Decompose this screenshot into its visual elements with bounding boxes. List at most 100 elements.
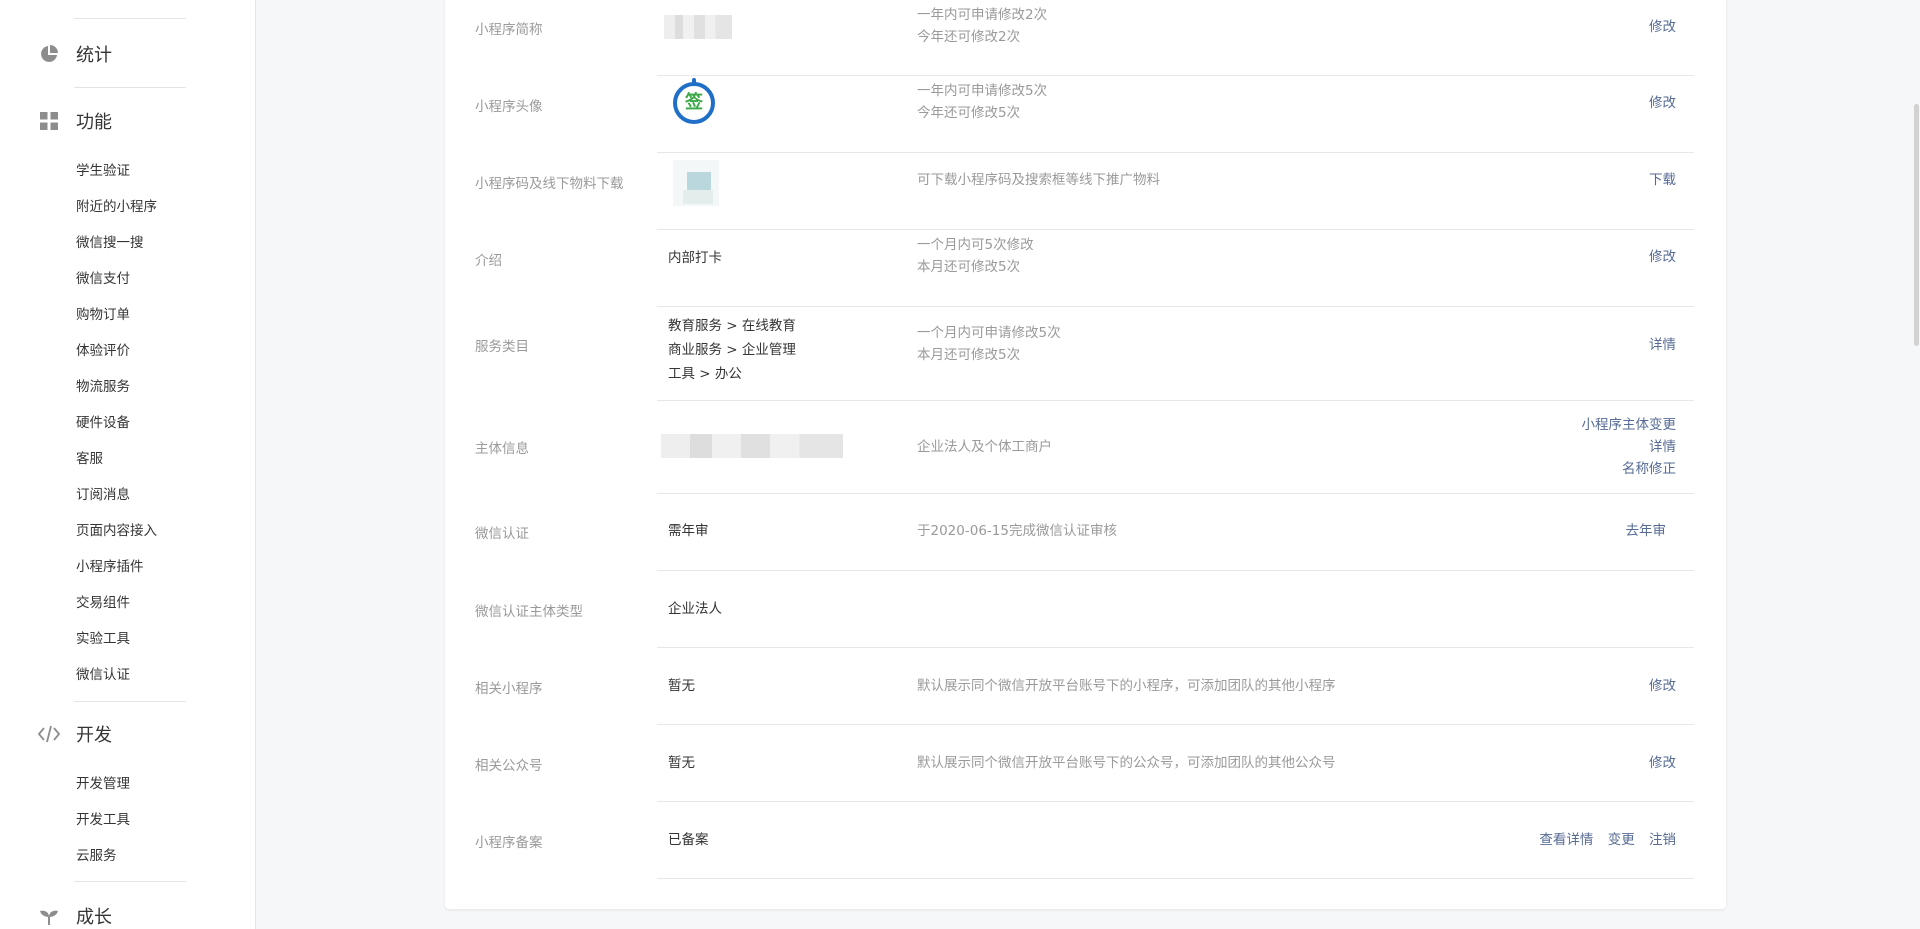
category-list: 教育服务 > 在线教育 商业服务 > 企业管理 工具 > 办公 [668,314,796,386]
desc-line: 今年还可修改5次 [917,105,1021,121]
cert-type-value: 企业法人 [668,601,722,617]
blurred-value [661,434,843,458]
row-label: 小程序备案 [475,835,543,851]
sidebar-section-features[interactable]: 功能 [38,107,112,135]
row-desc: 于2020-06-15完成微信认证审核 [917,520,1117,542]
row-filing: 小程序备案 已备案 查看详情 变更 注销 [445,802,1726,879]
row-actions: 修改 [1649,92,1676,114]
desc-line: 企业法人及个体工商户 [917,439,1052,455]
row-actions: 小程序主体变更 详情 名称修正 [1582,414,1677,480]
row-related-oa: 相关公众号 暂无 默认展示同个微信开放平台账号下的公众号，可添加团队的其他公众号… [445,725,1726,802]
grid-icon [38,110,60,132]
row-wechat-cert: 微信认证 需年审 于2020-06-15完成微信认证审核 去年审 [445,494,1726,571]
desc-line: 可下载小程序码及搜索框等线下推广物料 [917,172,1160,188]
row-label: 相关公众号 [475,758,543,774]
sidebar-item-review[interactable]: 体验评价 [76,341,130,361]
sidebar-section-stats[interactable]: 统计 [38,40,112,68]
name-correct-link[interactable]: 名称修正 [1622,461,1676,477]
edit-intro-link[interactable]: 修改 [1649,249,1676,265]
filing-change-link[interactable]: 变更 [1608,832,1635,848]
sidebar-section-dev[interactable]: 开发 [38,720,112,748]
sidebar-item-plugins[interactable]: 小程序插件 [76,557,144,577]
category-detail-link[interactable]: 详情 [1649,337,1676,353]
subject-change-link[interactable]: 小程序主体变更 [1582,417,1677,433]
desc-line: 一个月内可申请修改5次 [917,325,1061,341]
sidebar-item-student-verify[interactable]: 学生验证 [76,161,130,181]
sidebar-item-nearby[interactable]: 附近的小程序 [76,197,157,217]
subject-value [661,434,843,458]
row-desc: 一年内可申请修改5次 今年还可修改5次 [917,80,1047,124]
sidebar-divider [74,87,186,88]
desc-line: 默认展示同个微信开放平台账号下的小程序，可添加团队的其他小程序 [917,678,1336,694]
row-label: 介绍 [475,253,502,269]
related-oa-value: 暂无 [668,755,695,771]
sidebar-item-orders[interactable]: 购物订单 [76,305,130,325]
sidebar-item-pay[interactable]: 微信支付 [76,269,130,289]
row-actions: 修改 [1649,16,1676,38]
sidebar-item-dev-tools[interactable]: 开发工具 [76,810,130,830]
row-actions: 下载 [1649,169,1676,191]
row-desc: 一个月内可5次修改 本月还可修改5次 [917,234,1034,278]
filing-cancel-link[interactable]: 注销 [1649,832,1676,848]
category-item: 商业服务 > 企业管理 [668,342,796,358]
row-desc: 一年内可申请修改2次 今年还可修改2次 [917,4,1047,48]
sidebar-item-subscribe[interactable]: 订阅消息 [76,485,130,505]
row-cert-type: 微信认证主体类型 企业法人 [445,571,1726,648]
desc-line: 默认展示同个微信开放平台账号下的公众号，可添加团队的其他公众号 [917,755,1336,771]
sidebar-item-service[interactable]: 客服 [76,449,103,469]
desc-line: 一年内可申请修改5次 [917,83,1048,99]
filing-detail-link[interactable]: 查看详情 [1539,832,1593,848]
row-label: 小程序简称 [475,22,543,38]
sidebar: 统计 功能 学生验证 附近的小程序 微信搜一搜 微信支付 购物订单 体验评价 物… [0,0,256,929]
row-desc: 默认展示同个微信开放平台账号下的小程序，可添加团队的其他小程序 [917,675,1336,697]
desc-line: 一个月内可5次修改 [917,237,1034,253]
row-qrcode: 小程序码及线下物料下载 可下载小程序码及搜索框等线下推广物料 下载 [445,153,1726,230]
subject-detail-link[interactable]: 详情 [1649,439,1676,455]
sidebar-item-cert[interactable]: 微信认证 [76,665,130,685]
desc-line: 于2020-06-15完成微信认证审核 [917,523,1117,539]
row-desc: 可下载小程序码及搜索框等线下推广物料 [917,169,1160,191]
row-related-mp: 相关小程序 暂无 默认展示同个微信开放平台账号下的小程序，可添加团队的其他小程序… [445,648,1726,725]
sidebar-item-hardware[interactable]: 硬件设备 [76,413,130,433]
desc-line: 本月还可修改5次 [917,259,1021,275]
row-avatar: 小程序头像 签 一年内可申请修改5次 今年还可修改5次 修改 [445,76,1726,153]
row-label: 服务类目 [475,339,529,355]
edit-related-oa-link[interactable]: 修改 [1649,755,1676,771]
sidebar-item-dev-manage[interactable]: 开发管理 [76,774,130,794]
filing-status: 已备案 [668,832,709,848]
scrollbar-thumb[interactable] [1914,104,1919,346]
row-desc: 企业法人及个体工商户 [917,436,1052,458]
sidebar-item-trade[interactable]: 交易组件 [76,593,130,613]
avatar: 签 [672,78,716,126]
sidebar-item-logistics[interactable]: 物流服务 [76,377,130,397]
sidebar-item-cloud[interactable]: 云服务 [76,846,117,866]
edit-related-mp-link[interactable]: 修改 [1649,678,1676,694]
sidebar-section-growth[interactable]: 成长 [38,902,112,929]
related-mp-value: 暂无 [668,678,695,694]
row-actions: 查看详情 变更 注销 [1539,829,1676,851]
row-label: 小程序头像 [475,99,543,115]
row-label: 相关小程序 [475,681,543,697]
row-actions: 修改 [1649,675,1676,697]
intro-value: 内部打卡 [668,250,722,266]
edit-avatar-link[interactable]: 修改 [1649,95,1676,111]
sidebar-divider [74,881,186,882]
edit-short-name-link[interactable]: 修改 [1649,19,1676,35]
annual-review-link[interactable]: 去年审 [1626,523,1667,539]
sidebar-divider [74,701,186,702]
sidebar-section-label: 开发 [76,725,112,746]
desc-line: 本月还可修改5次 [917,347,1021,363]
download-link[interactable]: 下载 [1649,172,1676,188]
row-label: 主体信息 [475,441,529,457]
code-icon [38,723,60,745]
sidebar-section-label: 功能 [76,112,112,133]
page-scrollbar[interactable] [1912,0,1920,929]
row-label: 小程序码及线下物料下载 [475,176,624,192]
sidebar-item-content[interactable]: 页面内容接入 [76,521,157,541]
sidebar-section-label: 成长 [76,907,112,928]
category-item: 工具 > 办公 [668,366,742,382]
sidebar-item-lab[interactable]: 实验工具 [76,629,130,649]
sidebar-item-search[interactable]: 微信搜一搜 [76,233,144,253]
row-category: 服务类目 教育服务 > 在线教育 商业服务 > 企业管理 工具 > 办公 一个月… [445,307,1726,401]
row-actions: 修改 [1649,752,1676,774]
